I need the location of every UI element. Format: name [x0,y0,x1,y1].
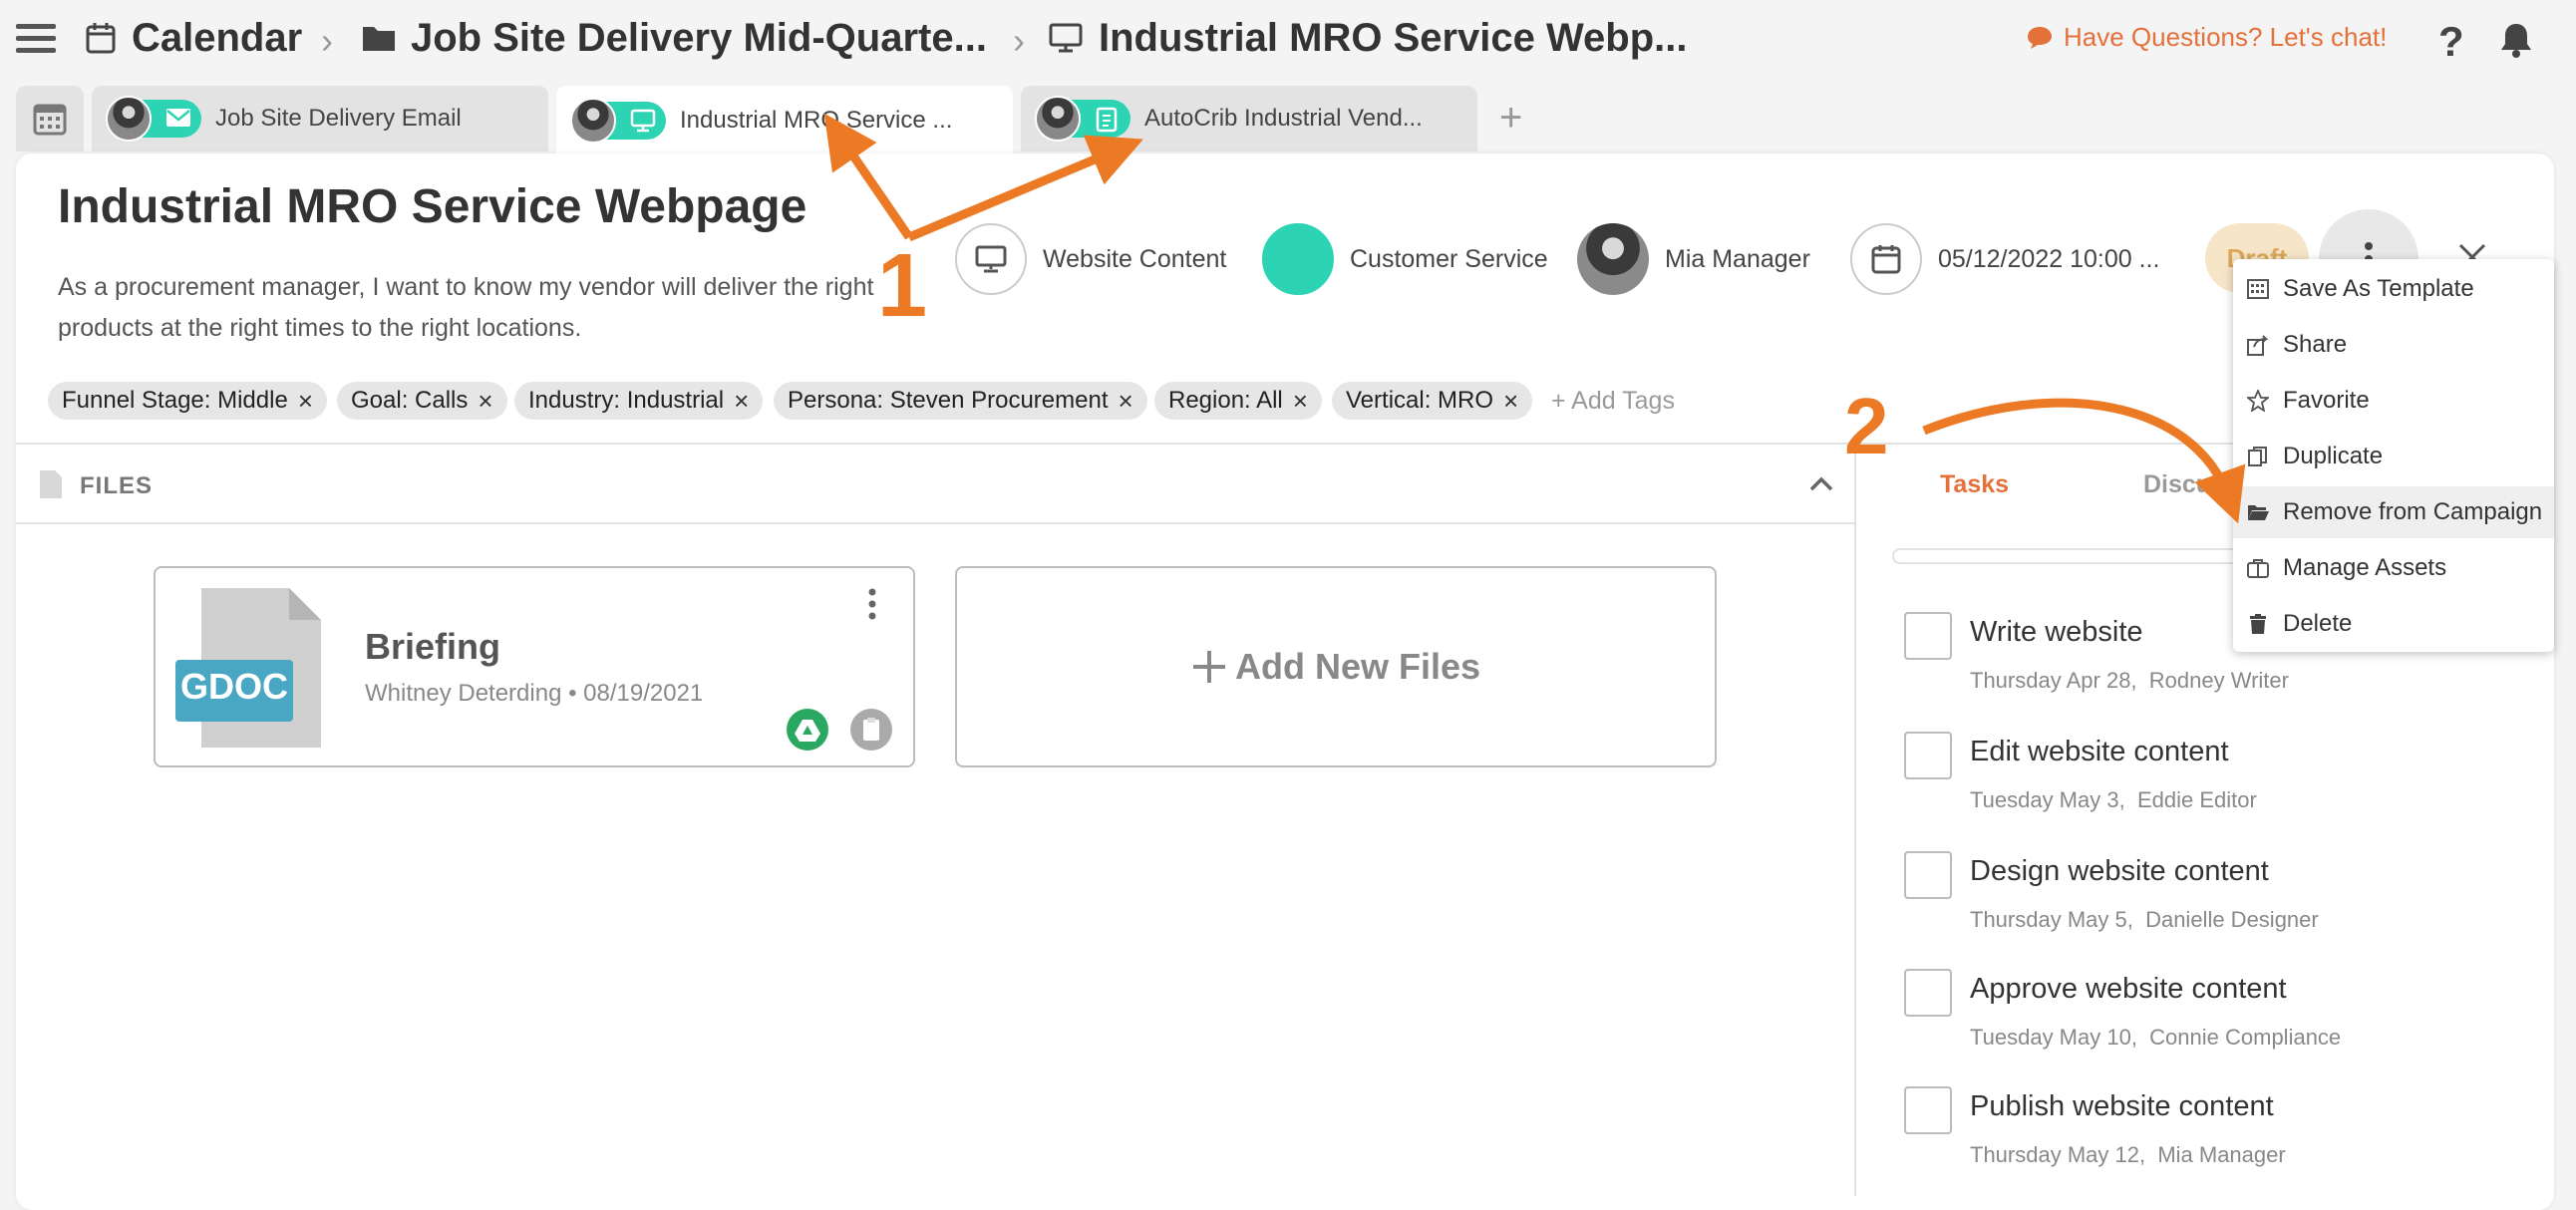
annotation-arrows [823,113,2246,524]
annotation-step-2: 2 [1844,382,1889,470]
annotation-step-1: 1 [877,236,928,336]
